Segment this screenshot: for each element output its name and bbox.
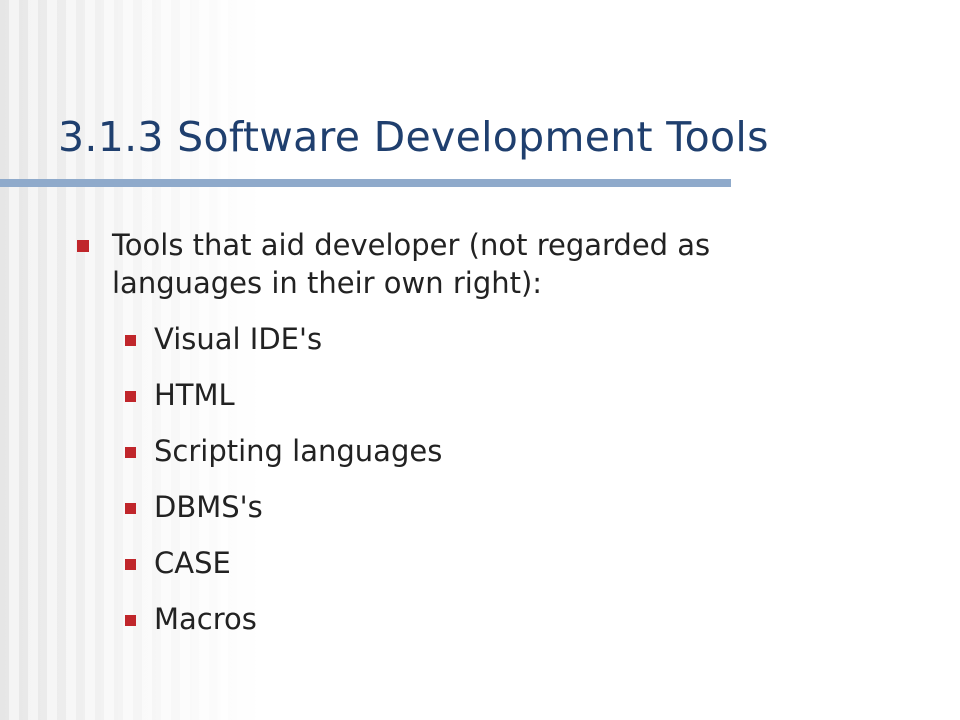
sub-bullet-square-icon [125,503,136,514]
sub-item-case: CASE [154,546,231,580]
sub-bullet-square-icon [125,391,136,402]
sub-item-scripting-languages: Scripting languages [154,434,443,468]
title-underline-rule [0,179,731,187]
sub-item-visual-ides: Visual IDE's [154,322,323,356]
sub-bullet-square-icon [125,335,136,346]
main-bullet-text: Tools that aid developer (not regarded a… [112,226,710,302]
sub-item-dbms: DBMS's [154,490,263,524]
main-bullet-line-2: languages in their own right): [112,266,543,300]
sub-bullet-square-icon [125,559,136,570]
background-fade [0,0,960,720]
main-bullet-line-1: Tools that aid developer (not regarded a… [112,228,711,262]
sub-item-macros: Macros [154,602,257,636]
sub-item-html: HTML [154,378,235,412]
sub-bullet-square-icon [125,615,136,626]
sub-bullet-square-icon [125,447,136,458]
slide-title: 3.1.3 Software Development Tools [58,113,769,161]
bullet-square-icon [77,240,89,252]
